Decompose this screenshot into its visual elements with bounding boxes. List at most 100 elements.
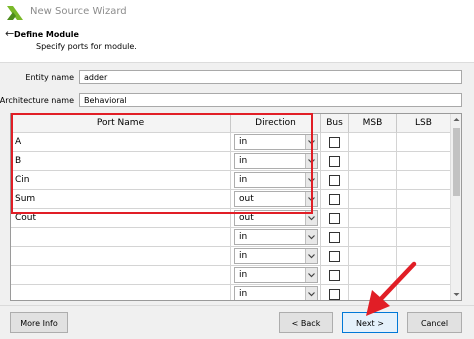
lsb-cell[interactable] xyxy=(397,152,451,171)
column-header-port-name[interactable]: Port Name xyxy=(11,114,231,133)
back-button[interactable]: < Back xyxy=(279,312,333,333)
bus-checkbox[interactable] xyxy=(329,175,340,186)
port-name-text: B xyxy=(15,156,22,166)
direction-cell: in xyxy=(231,171,321,190)
bus-checkbox[interactable] xyxy=(329,156,340,167)
lsb-cell[interactable] xyxy=(397,228,451,247)
direction-cell: out xyxy=(231,190,321,209)
lsb-cell[interactable] xyxy=(397,171,451,190)
lsb-cell[interactable] xyxy=(397,266,451,285)
direction-value: out xyxy=(239,213,254,223)
direction-value: in xyxy=(239,289,248,299)
column-header-lsb[interactable]: LSB xyxy=(397,114,451,133)
column-header-msb[interactable]: MSB xyxy=(349,114,397,133)
bus-cell xyxy=(321,171,349,190)
lsb-cell[interactable] xyxy=(397,133,451,152)
direction-value: in xyxy=(239,251,248,261)
window-title: New Source Wizard xyxy=(30,6,127,17)
scroll-down-icon[interactable] xyxy=(451,289,462,300)
architecture-name-label: Architecture name xyxy=(0,96,74,105)
bus-cell xyxy=(321,152,349,171)
dropdown-button[interactable] xyxy=(305,230,317,244)
chevron-down-icon xyxy=(308,235,315,240)
direction-select[interactable]: in xyxy=(234,172,318,188)
chevron-down-icon xyxy=(308,159,315,164)
bus-checkbox[interactable] xyxy=(329,289,340,300)
msb-cell[interactable] xyxy=(349,285,397,300)
msb-cell[interactable] xyxy=(349,133,397,152)
chevron-down-icon xyxy=(308,273,315,278)
wizard-header: ← Define Module Specify ports for module… xyxy=(0,25,474,63)
direction-select[interactable]: in xyxy=(234,286,318,300)
chevron-down-icon xyxy=(308,254,315,259)
dropdown-button[interactable] xyxy=(305,268,317,282)
msb-cell[interactable] xyxy=(349,152,397,171)
port-row: in xyxy=(11,247,451,266)
bus-cell xyxy=(321,209,349,228)
port-name-cell[interactable]: B xyxy=(11,152,231,171)
column-header-direction[interactable]: Direction xyxy=(231,114,321,133)
port-name-cell[interactable]: A xyxy=(11,133,231,152)
entity-name-field[interactable]: adder xyxy=(79,70,462,84)
direction-select[interactable]: in xyxy=(234,267,318,283)
cancel-button[interactable]: Cancel xyxy=(407,312,462,333)
port-name-text xyxy=(11,251,15,261)
column-header-bus[interactable]: Bus xyxy=(321,114,349,133)
table-header: Port Name Direction Bus MSB LSB xyxy=(11,114,451,133)
lsb-cell[interactable] xyxy=(397,209,451,228)
dropdown-button[interactable] xyxy=(305,192,317,206)
scroll-up-icon[interactable] xyxy=(451,114,462,125)
direction-cell: in xyxy=(231,152,321,171)
chevron-down-icon xyxy=(308,197,315,202)
direction-select[interactable]: in xyxy=(234,229,318,245)
port-name-cell[interactable] xyxy=(11,266,231,285)
direction-cell: in xyxy=(231,228,321,247)
lsb-cell[interactable] xyxy=(397,285,451,300)
port-row: Sum out xyxy=(11,190,451,209)
dropdown-button[interactable] xyxy=(305,249,317,263)
port-name-text: Cout xyxy=(15,213,37,223)
bus-checkbox[interactable] xyxy=(329,251,340,262)
dropdown-button[interactable] xyxy=(305,287,317,300)
direction-select[interactable]: in xyxy=(234,153,318,169)
back-arrow-icon[interactable]: ← xyxy=(5,28,14,40)
msb-cell[interactable] xyxy=(349,209,397,228)
msb-cell[interactable] xyxy=(349,171,397,190)
msb-cell[interactable] xyxy=(349,247,397,266)
lsb-cell[interactable] xyxy=(397,247,451,266)
direction-value: in xyxy=(239,156,248,166)
port-name-cell[interactable]: Sum xyxy=(11,190,231,209)
port-table: Port Name Direction Bus MSB LSB Ain Bin Ci… xyxy=(10,113,462,301)
direction-value: in xyxy=(239,270,248,280)
wizard-footer: More Info < Back Next > Cancel xyxy=(0,305,474,339)
msb-cell[interactable] xyxy=(349,228,397,247)
port-row: in xyxy=(11,266,451,285)
dropdown-button[interactable] xyxy=(305,173,317,187)
bus-checkbox[interactable] xyxy=(329,270,340,281)
direction-select[interactable]: in xyxy=(234,248,318,264)
port-name-cell[interactable] xyxy=(11,247,231,266)
lsb-cell[interactable] xyxy=(397,190,451,209)
architecture-name-field[interactable]: Behavioral xyxy=(79,93,462,107)
msb-cell[interactable] xyxy=(349,266,397,285)
bus-checkbox[interactable] xyxy=(329,232,340,243)
port-name-cell[interactable]: Cout xyxy=(11,209,231,228)
next-button[interactable]: Next > xyxy=(342,312,398,333)
more-info-button[interactable]: More Info xyxy=(10,312,68,333)
bus-checkbox[interactable] xyxy=(329,137,340,148)
port-name-cell[interactable]: Cin xyxy=(11,171,231,190)
direction-select[interactable]: out xyxy=(234,191,318,207)
direction-select[interactable]: in xyxy=(234,134,318,150)
msb-cell[interactable] xyxy=(349,190,397,209)
scroll-thumb[interactable] xyxy=(453,128,460,196)
bus-cell xyxy=(321,247,349,266)
dropdown-button[interactable] xyxy=(305,135,317,149)
dropdown-button[interactable] xyxy=(305,211,317,225)
port-name-cell[interactable] xyxy=(11,285,231,300)
direction-select[interactable]: out xyxy=(234,210,318,226)
bus-checkbox[interactable] xyxy=(329,194,340,205)
port-name-cell[interactable] xyxy=(11,228,231,247)
dropdown-button[interactable] xyxy=(305,154,317,168)
table-scrollbar[interactable] xyxy=(450,114,461,300)
bus-checkbox[interactable] xyxy=(329,213,340,224)
